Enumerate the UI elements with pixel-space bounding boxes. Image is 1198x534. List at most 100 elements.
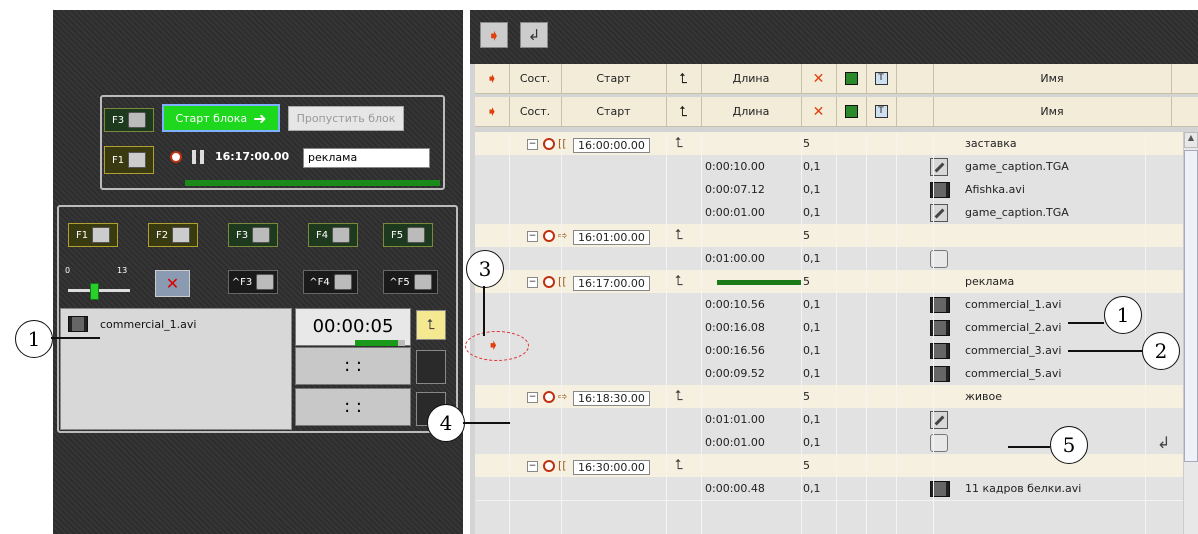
item-row[interactable]: 0:01:00.00 0,1 [475,247,1183,271]
block-start-time[interactable]: 16:17:00.00 [573,272,650,291]
block-row[interactable]: − ⇨ 16:18:30.00 ⮤ 5 живое [475,385,1183,409]
slider-min: 0 [65,266,71,275]
item-duration: 0:00:01.00 [705,206,765,219]
block-start-time[interactable]: 16:18:30.00 [573,387,650,406]
block-count: 5 [803,137,810,150]
bracket-icon: [[ [558,459,567,472]
item-value: 0,1 [803,436,821,449]
callout-line [51,337,100,339]
item-name: commercial_5.avi [965,367,1062,380]
block-start-time[interactable]: 16:00:00.00 [573,134,650,153]
header-state[interactable]: Сост. [509,64,562,93]
bracket-icon: [[ [558,275,567,288]
up-arrow-icon: ⮤ [426,317,436,333]
block-start-value: 16:17:00.00 [573,276,650,291]
header-name[interactable]: Имя [933,97,1172,126]
block-count: 5 [803,459,810,472]
film-delete-icon: ✕ [165,274,180,293]
header-row-2: ➧ Сост. Старт ⮤ Длина ✕ T Имя [475,97,1198,127]
collapse-icon[interactable]: − [527,270,538,293]
scrollbar[interactable]: ▲ [1183,132,1198,534]
text-t-icon: T [866,64,897,93]
header-duration[interactable]: Длина [701,64,802,93]
f1-key-2[interactable]: F1 [68,223,118,247]
text-t-icon: T [866,97,897,126]
shuffle-icon: ✕ [801,97,837,126]
collapse-icon[interactable]: − [527,132,538,155]
block-row[interactable]: − [[16:17:00.00 ⮤ 5 реклама [475,270,1183,294]
camera-icon [413,274,432,290]
item-duration: 0:00:10.00 [705,160,765,173]
header-state[interactable]: Сост. [509,97,562,126]
block-start-value: 16:01:00.00 [573,230,650,245]
return-col-icon: ⮤ [666,64,702,93]
item-row[interactable]: 0:00:10.00 0,1 game_caption.TGA [475,155,1183,179]
block-start-value: 16:18:30.00 [573,391,650,406]
scroll-up-icon[interactable]: ▲ [1184,132,1198,148]
header-name[interactable]: Имя [933,64,1172,93]
f4-key[interactable]: F4 [308,223,358,247]
block-start-time[interactable]: 16:30:00.00 [573,456,650,475]
block-row[interactable]: − [[16:00:00.00 ⮤ 5 заставка [475,132,1183,156]
item-row[interactable]: 0:00:01.00 0,1 game_caption.TGA [475,201,1183,225]
f5-key[interactable]: F5 [383,223,433,247]
column-divider [561,132,562,534]
return-playlist-button[interactable]: ↲ [520,22,548,48]
header-start[interactable]: Старт [561,97,667,126]
item-duration: 0:00:07.12 [705,183,765,196]
f2-key[interactable]: F2 [148,223,198,247]
collapse-icon[interactable]: − [527,385,538,408]
item-value: 0,1 [803,344,821,357]
item-value: 0,1 [803,206,821,219]
item-row[interactable]: 0:00:09.52 0,1 commercial_5.avi [475,362,1183,386]
header-duration[interactable]: Длина [701,97,802,126]
f3-key-2[interactable]: F3 [228,223,278,247]
camera-icon [252,227,271,243]
block-name-field[interactable]: реклама [303,148,430,168]
slider-thumb[interactable] [89,283,99,300]
return-col-icon: ⮤ [666,97,702,126]
arrow-right-icon: ➧ [487,25,501,45]
return-button[interactable]: ⮤ [416,310,446,340]
skip-block-button[interactable]: Пропустить блок [288,106,404,131]
item-row[interactable]: 0:00:10.56 0,1 commercial_1.avi [475,293,1183,317]
arrow-right-icon: ➜ [253,108,267,128]
shuffle-icon: ✕ [801,64,837,93]
item-value: 0,1 [803,252,821,265]
ctrl-f3-key[interactable]: ^F3 [228,270,278,294]
item-name: Afishka.avi [965,183,1025,196]
block-row[interactable]: − ⇨ 16:01:00.00 ⮤ 5 [475,224,1183,248]
item-name: commercial_1.avi [965,298,1062,311]
item-row[interactable]: 0:00:00.48 0,1 11 кадров белки.avi [475,477,1183,501]
volume-slider[interactable] [68,283,130,300]
block-start-time[interactable]: 16:01:00.00 [573,226,650,245]
slot-1[interactable] [416,350,446,384]
item-name: commercial_2.avi [965,321,1062,334]
item-duration: 0:00:00.48 [705,482,765,495]
next-arrow-icon: ⇨ [558,229,568,242]
header-start[interactable]: Старт [561,64,667,93]
go-current-button[interactable]: ➧ [480,22,508,48]
item-name: 11 кадров белки.avi [965,482,1082,495]
timer-progress-fill [355,340,398,346]
ctrl-f5-key[interactable]: ^F5 [383,270,438,294]
start-block-button[interactable]: Старт блока ➜ [162,104,280,132]
item-row[interactable]: 0:00:07.12 0,1 Afishka.avi [475,178,1183,202]
item-value: 0,1 [803,160,821,173]
item-duration: 0:00:01.00 [705,436,765,449]
item-name: game_caption.TGA [965,160,1069,173]
delete-clip-button[interactable]: ✕ [155,270,190,297]
timer-3: : : [295,388,411,426]
collapse-icon[interactable]: − [527,224,538,247]
f3-key[interactable]: F3 [104,108,154,132]
timer-progress [355,340,405,346]
ctrl-f4-key[interactable]: ^F4 [303,270,358,294]
collapse-icon[interactable]: − [527,454,538,477]
callout-line [1068,350,1142,352]
brush-icon [92,227,111,243]
scroll-thumb[interactable] [1184,150,1198,462]
item-row[interactable]: 0:00:16.08 0,1 commercial_2.avi [475,316,1183,340]
camera-icon [128,112,147,128]
block-name: живое [965,390,1003,403]
f1-key[interactable]: F1 [104,146,154,174]
